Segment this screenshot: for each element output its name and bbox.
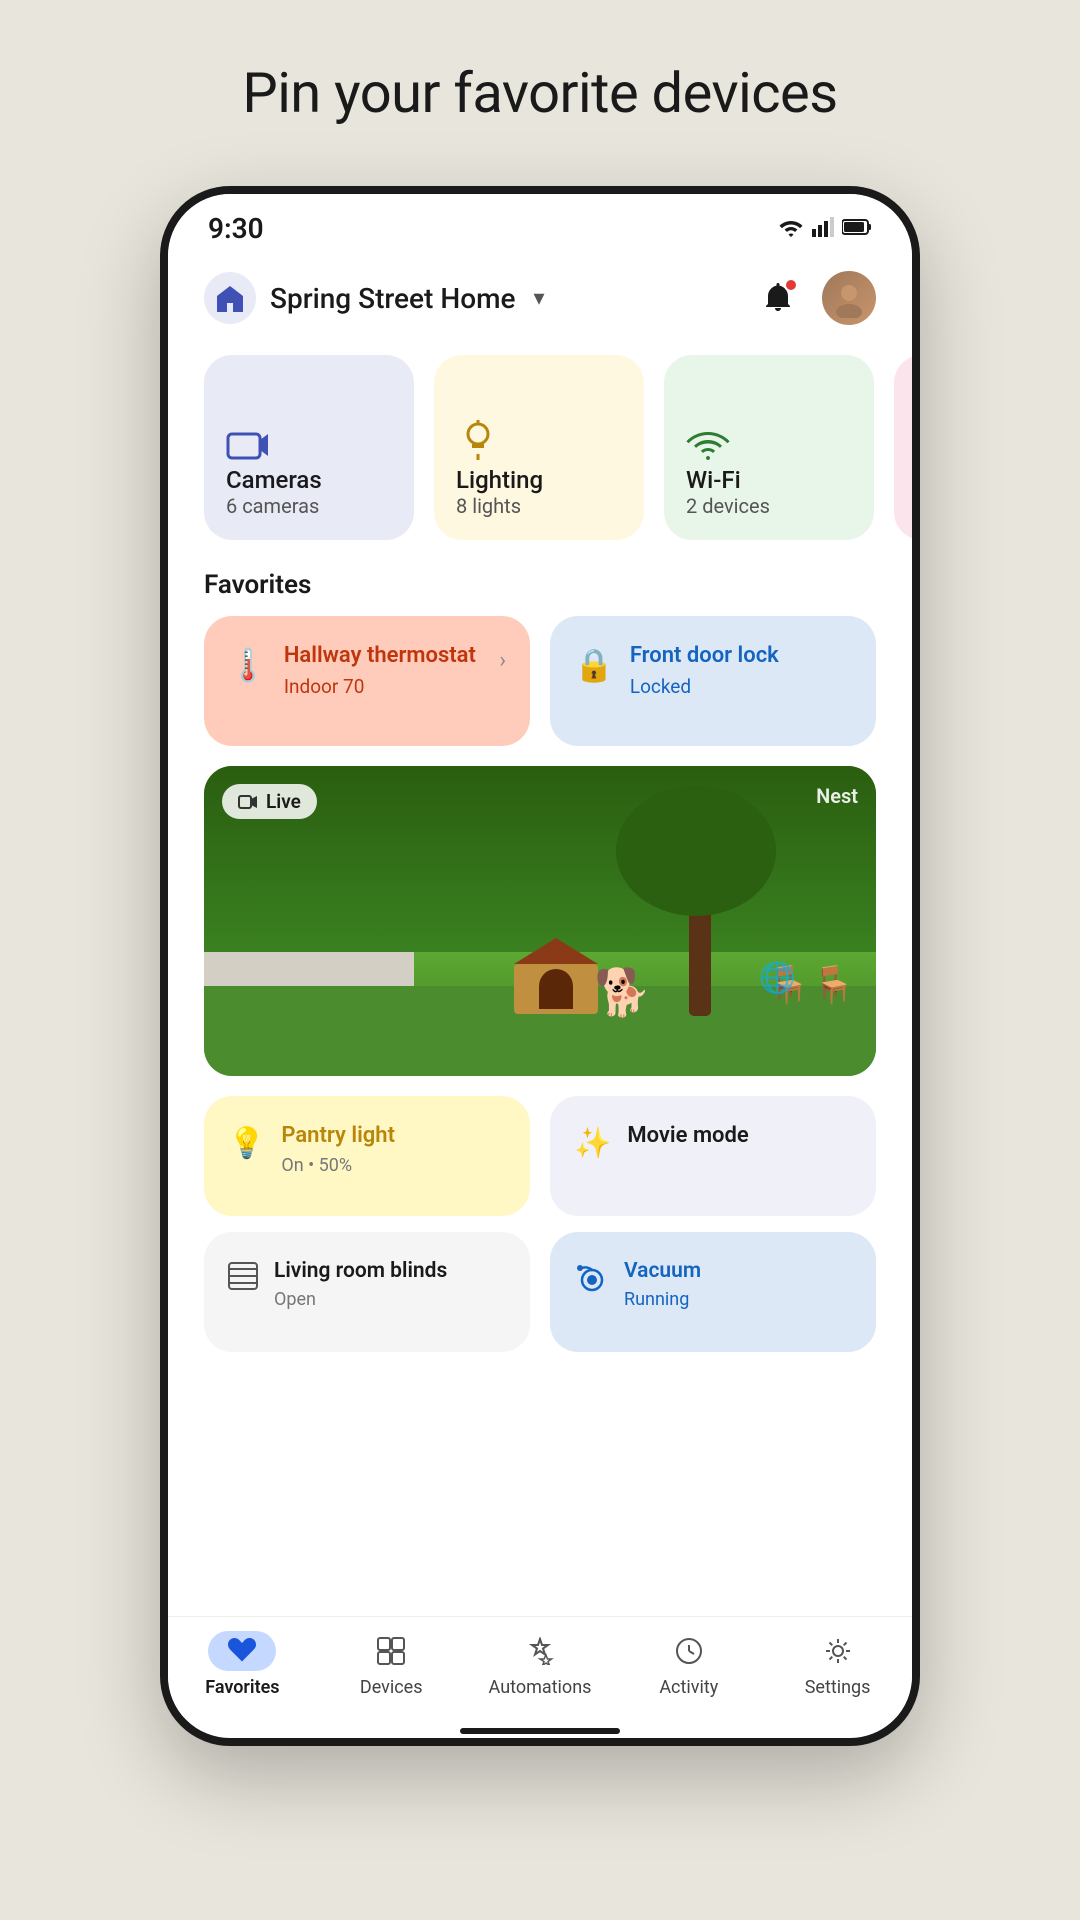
thermostat-chevron-icon: › [499, 648, 506, 673]
live-label: Live [266, 790, 301, 813]
lighting-sub: 8 lights [456, 494, 622, 518]
nav-settings[interactable]: Settings [763, 1631, 912, 1698]
movie-mode-name: Movie mode [627, 1122, 852, 1151]
globe-icon: 🌐 [759, 961, 796, 996]
category-card-cameras[interactable]: Cameras 6 cameras [204, 355, 414, 540]
vacuum-icon [574, 1262, 608, 1299]
settings-nav-icon-wrap [804, 1631, 872, 1671]
blinds-icon [228, 1262, 258, 1297]
tree-canopy [616, 786, 776, 916]
blinds-card[interactable]: Living room blinds Open [204, 1232, 530, 1352]
status-bar: 9:30 [168, 194, 912, 255]
page-wrapper: Pin your favorite devices 9:30 [0, 0, 1080, 1920]
door-lock-info: Front door lock Locked [630, 642, 852, 698]
devices-nav-icon-wrap [357, 1631, 425, 1671]
home-name: Spring Street Home [270, 282, 515, 315]
vacuum-status: Running [624, 1289, 852, 1310]
blinds-status: Open [274, 1289, 506, 1310]
category-card-wifi[interactable]: Wi-Fi 2 devices [664, 355, 874, 540]
status-icons [778, 217, 872, 241]
door-lock-status: Locked [630, 675, 852, 698]
thermostat-icon: 🌡️ [228, 646, 268, 684]
blinds-info: Living room blinds Open [274, 1258, 506, 1310]
movie-mode-icon: ✨ [574, 1126, 611, 1161]
nav-automations[interactable]: Automations [466, 1631, 615, 1698]
bottom-nav: Favorites Devices Automations Activity [168, 1616, 912, 1718]
automations-nav-label: Automations [489, 1677, 592, 1698]
notification-dot [784, 278, 798, 292]
activity-nav-icon-wrap [655, 1631, 723, 1671]
vacuum-info: Vacuum Running [624, 1258, 852, 1310]
door-lock-icon: 🔒 [574, 646, 614, 684]
home-icon [204, 272, 256, 324]
pantry-light-info: Pantry light On • 50% [281, 1122, 506, 1176]
nav-devices[interactable]: Devices [317, 1631, 466, 1698]
bell-button[interactable] [752, 272, 804, 324]
lighting-icon [456, 418, 622, 466]
category-card-lighting[interactable]: Lighting 8 lights [434, 355, 644, 540]
phone-frame: 9:30 Spring Street Home ▾ [160, 186, 920, 1746]
doghouse [514, 938, 598, 1014]
nav-favorites[interactable]: Favorites [168, 1631, 317, 1698]
thermostat-status: Indoor 70 [284, 675, 484, 698]
favorites-row-2: 💡 Pantry light On • 50% ✨ Movie mode [168, 1096, 912, 1232]
settings-nav-label: Settings [805, 1677, 871, 1698]
wifi-status-icon [778, 217, 804, 241]
favorites-row-1: 🌡️ Hallway thermostat Indoor 70 › 🔒 Fron… [168, 616, 912, 766]
home-pill [460, 1728, 620, 1734]
door-lock-name: Front door lock [630, 642, 852, 671]
cameras-icon [226, 428, 392, 466]
favorites-nav-icon-wrap [208, 1631, 276, 1671]
blinds-name: Living room blinds [274, 1258, 506, 1285]
dog-figure: 🐕 [594, 966, 651, 1020]
favorites-nav-label: Favorites [205, 1677, 279, 1698]
battery-icon [842, 218, 872, 240]
wifi-label: Wi-Fi [686, 466, 852, 494]
cameras-sub: 6 cameras [226, 494, 392, 518]
pantry-light-status: On • 50% [281, 1155, 506, 1176]
vacuum-name: Vacuum [624, 1258, 852, 1285]
thermostat-name: Hallway thermostat [284, 642, 484, 671]
home-selector[interactable]: Spring Street Home ▾ [204, 272, 545, 324]
lighting-label: Lighting [456, 466, 622, 494]
wifi-sub: 2 devices [686, 494, 852, 518]
activity-nav-label: Activity [659, 1677, 718, 1698]
wifi-icon [686, 428, 852, 466]
status-time: 9:30 [208, 212, 264, 245]
favorites-row-3: Living room blinds Open Vacuum Running [168, 1232, 912, 1368]
thermostat-info: Hallway thermostat Indoor 70 [284, 642, 484, 698]
pantry-light-name: Pantry light [281, 1122, 506, 1151]
vacuum-card[interactable]: Vacuum Running [550, 1232, 876, 1352]
header-actions [752, 271, 876, 325]
page-title: Pin your favorite devices [242, 60, 837, 126]
camera-live-badge: Live [222, 784, 317, 819]
nav-activity[interactable]: Activity [614, 1631, 763, 1698]
chevron-down-icon[interactable]: ▾ [533, 286, 544, 311]
door-lock-card[interactable]: 🔒 Front door lock Locked [550, 616, 876, 746]
thermostat-card[interactable]: 🌡️ Hallway thermostat Indoor 70 › [204, 616, 530, 746]
category-card-other[interactable]: 🔌 Other 2 devices [894, 355, 912, 540]
camera-feed[interactable]: 🐕 🪑🪑 🌐 Live Nest Yard cam [204, 766, 876, 1076]
movie-mode-card[interactable]: ✨ Movie mode [550, 1096, 876, 1216]
nest-logo: Nest [816, 784, 858, 808]
cameras-label: Cameras [226, 466, 392, 494]
devices-nav-label: Devices [360, 1677, 423, 1698]
category-scroll: Cameras 6 cameras Lighting 8 lights Wi-F… [168, 345, 912, 560]
automations-nav-icon-wrap [506, 1631, 574, 1671]
pantry-light-card[interactable]: 💡 Pantry light On • 50% [204, 1096, 530, 1216]
app-header: Spring Street Home ▾ [168, 255, 912, 345]
signal-icon [812, 217, 834, 241]
favorites-section-label: Favorites [168, 560, 912, 616]
movie-mode-info: Movie mode [627, 1122, 852, 1151]
user-avatar[interactable] [822, 271, 876, 325]
pantry-light-icon: 💡 [228, 1126, 265, 1161]
